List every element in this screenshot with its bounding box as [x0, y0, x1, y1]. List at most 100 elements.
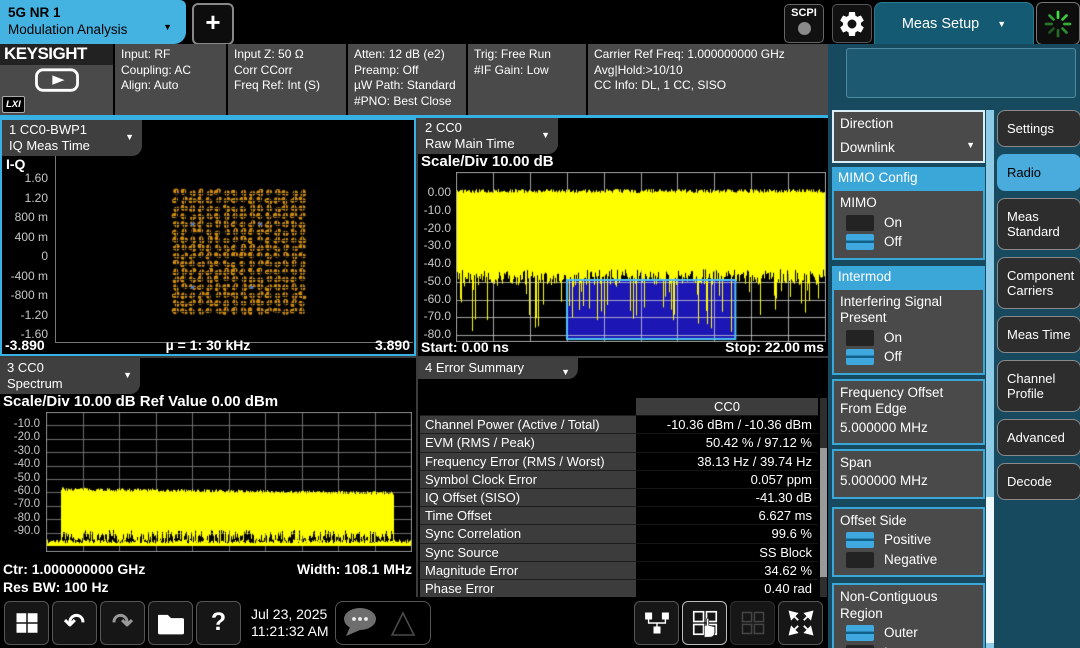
meas-setup-tab[interactable]: Meas Setup ▼	[874, 2, 1034, 45]
offset-side-toggle: Positive Negative	[840, 532, 977, 568]
row-value: SS Block	[636, 544, 818, 562]
window2-title-line1: 2 CC0	[425, 120, 536, 136]
help-button[interactable]: ?	[196, 601, 241, 645]
res-bw-label: Res BW: 100 Hz	[3, 579, 109, 595]
submenu-channel-profile[interactable]: Channel Profile	[997, 360, 1080, 412]
tick-label: -30.0	[418, 237, 451, 255]
chevron-down-icon: ▼	[966, 137, 975, 154]
panel-scrollbar-thumb[interactable]	[986, 497, 994, 642]
submenu-meas-time[interactable]: Meas Time	[997, 316, 1080, 353]
grid-layout-button[interactable]	[730, 601, 775, 645]
tick-label: -70.0	[0, 498, 40, 511]
tick-label: -90.0	[0, 525, 40, 538]
annotation-tools[interactable]	[335, 601, 431, 645]
scale-per-div-label: Scale/Div 10.00 dB	[421, 153, 554, 170]
tick-label: 1.60	[2, 169, 48, 189]
toggle-option-on[interactable]: On	[846, 215, 977, 232]
grid-icon	[739, 609, 767, 637]
submenu-radio[interactable]: Radio	[997, 154, 1080, 191]
submenu-advanced[interactable]: Advanced	[997, 419, 1080, 456]
toggle-option-label: Positive	[884, 532, 931, 549]
toggle-option-outer[interactable]: Outer	[846, 625, 977, 642]
marker-annotation: µ = 1: 30 kHz	[2, 337, 414, 353]
table-scrollbar-thumb[interactable]	[820, 448, 827, 577]
add-tab-button[interactable]: +	[192, 3, 234, 45]
toggle-option-off[interactable]: Off	[846, 234, 977, 251]
chevron-down-icon: ▼	[561, 365, 570, 381]
row-label: Phase Error	[420, 580, 636, 597]
brand-logo: KEYSIGHT	[0, 44, 113, 65]
frequency-offset-button[interactable]: Frequency Offset From Edge 5.000000 MHz	[832, 379, 985, 445]
toggle-indicator	[846, 625, 874, 641]
window1-title-dropdown[interactable]: 1 CC0-BWP1 IQ Meas Time ▼	[2, 120, 142, 156]
submenu-component-carriers[interactable]: Component Carriers	[997, 257, 1080, 309]
direction-label: Direction	[840, 116, 977, 133]
x-max-label: 3.890	[375, 337, 410, 353]
toggle-option-label: Outer	[884, 625, 918, 642]
iq-constellation-plot[interactable]	[55, 154, 413, 343]
window-layout-select-button[interactable]	[682, 601, 727, 645]
status-column: Atten: 12 dB (e2)Preamp: OffµW Path: Sta…	[348, 44, 466, 115]
toggle-option-negative[interactable]: Negative	[846, 552, 977, 569]
row-value: 6.627 ms	[636, 507, 818, 525]
row-label: Frequency Error (RMS / Worst)	[420, 453, 636, 471]
windows-start-button[interactable]	[4, 601, 49, 645]
redo-icon: ↷	[112, 608, 133, 638]
table-scrollbar[interactable]	[820, 398, 827, 597]
toggle-option-positive[interactable]: Positive	[846, 532, 977, 549]
lxi-badge: LXI	[2, 96, 25, 114]
y-tick-labels: 0.00-10.0-20.0-30.0-40.0-50.0-60.0-70.0-…	[418, 184, 451, 344]
table-row: IQ Offset (SISO)-41.30 dB	[420, 489, 818, 507]
scpi-button[interactable]: SCPI	[784, 4, 824, 43]
spectrum-plot[interactable]	[46, 412, 412, 552]
span-button[interactable]: Span 5.000000 MHz	[832, 449, 985, 499]
comment-and-shape-icons	[336, 603, 428, 643]
mode-tab[interactable]: 5G NR 1 Modulation Analysis ▼	[0, 0, 186, 44]
submenu-decode[interactable]: Decode	[997, 463, 1080, 500]
windows-logo-icon	[12, 608, 42, 638]
tick-label: -60.0	[418, 291, 451, 309]
direction-dropdown[interactable]: Direction Downlink ▼	[832, 110, 985, 163]
fullscreen-button[interactable]	[778, 601, 823, 645]
mode-tab-line2: Modulation Analysis	[8, 21, 186, 38]
chevron-down-icon: ▼	[125, 130, 134, 146]
datetime-display[interactable]: Jul 23, 2025 11:21:32 AM	[251, 606, 329, 640]
redo-button[interactable]: ↷	[100, 601, 145, 645]
chevron-down-icon: ▼	[541, 128, 550, 144]
row-value: -41.30 dB	[636, 489, 818, 507]
tick-label: -50.0	[0, 472, 40, 485]
table-row: Frequency Error (RMS / Worst)38.13 Hz / …	[420, 453, 818, 471]
toggle-option-label: Off	[884, 349, 902, 366]
submenu-settings[interactable]: Settings	[997, 110, 1080, 147]
table-row: Symbol Clock Error0.057 ppm	[420, 471, 818, 489]
offset-side-label: Offset Side	[840, 513, 977, 530]
window3-title-dropdown[interactable]: 3 CC0 Spectrum ▼	[0, 358, 140, 394]
tick-label: 0	[2, 247, 48, 267]
tick-label: 0.00	[418, 184, 451, 202]
window2-title-dropdown[interactable]: 2 CC0 Raw Main Time ▼	[418, 118, 558, 154]
toggle-option-on[interactable]: On	[846, 330, 977, 347]
raw-main-time-plot[interactable]	[456, 172, 826, 342]
x-axis-labels: Start: 0.00 ns Stop: 22.00 ms	[418, 339, 828, 355]
block-diagram-button[interactable]	[634, 601, 679, 645]
tick-label: -1.20	[2, 306, 48, 326]
panel-scrollbar[interactable]	[986, 110, 994, 648]
toggle-option-off[interactable]: Off	[846, 349, 977, 366]
submenu-meas-standard[interactable]: Meas Standard	[997, 198, 1080, 250]
mimo-config-header: MIMO Config	[832, 167, 985, 189]
toggle-option-label: On	[884, 215, 902, 232]
toggle-option-label: On	[884, 330, 902, 347]
system-settings-button[interactable]	[832, 4, 872, 43]
table-row: Magnitude Error34.62 %	[420, 562, 818, 580]
toggle-option-inner[interactable]: Inner	[846, 645, 977, 648]
file-button[interactable]	[148, 601, 193, 645]
table-row: Sync SourceSS Block	[420, 544, 818, 562]
meas-setup-label: Meas Setup	[902, 16, 979, 32]
mode-tab-line1: 5G NR 1	[8, 4, 186, 21]
row-value: 34.62 %	[636, 562, 818, 580]
table-row: Time Offset6.627 ms	[420, 507, 818, 525]
window4-title-dropdown[interactable]: 4 Error Summary ▼	[418, 358, 578, 379]
interfering-toggle: On Off	[840, 330, 977, 366]
undo-button[interactable]: ↶	[52, 601, 97, 645]
row-value: CC0	[636, 398, 818, 416]
